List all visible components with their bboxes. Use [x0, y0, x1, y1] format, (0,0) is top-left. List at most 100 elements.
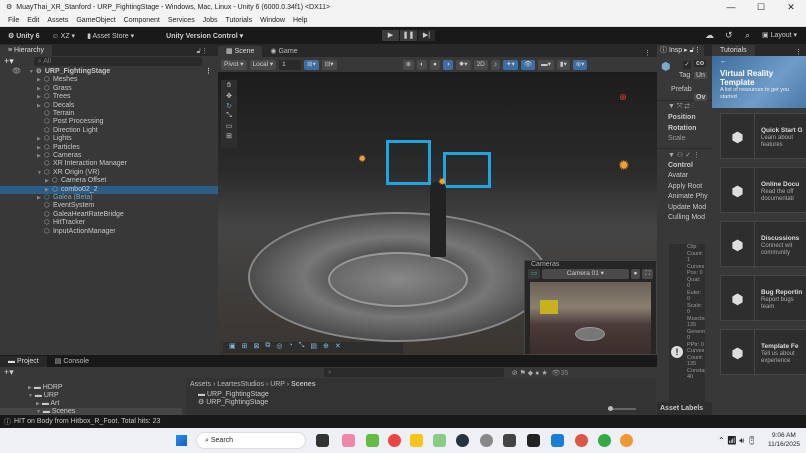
hierarchy-item[interactable]: ▶ ⬡ Galea (Beta) — [0, 194, 218, 202]
asset-store-button[interactable]: ▮ Asset Store ▾ — [87, 32, 134, 40]
expand-arrow[interactable]: ▶ — [37, 85, 44, 93]
app-icon[interactable] — [620, 434, 633, 447]
tab-game[interactable]: ◉ Game — [262, 46, 306, 57]
rotate-tool-icon[interactable]: ↻ — [226, 102, 232, 110]
expand-arrow[interactable]: ▼ — [37, 169, 44, 177]
add-button[interactable]: +▾ — [4, 56, 14, 67]
maximize-button[interactable]: ☐ — [746, 2, 776, 13]
file-item[interactable]: ▬ URP_FightingStage — [198, 391, 656, 399]
menu-component[interactable]: Component — [124, 17, 160, 24]
tab-console[interactable]: ▤ Console — [46, 356, 97, 367]
project-folder-item[interactable]: ▶ ▬ HDRP — [0, 384, 182, 392]
fullscreen-icon[interactable]: ⛶ — [642, 269, 653, 279]
hierarchy-item[interactable]: ▶ ⬡ Lights — [0, 135, 218, 143]
more-icon[interactable]: ⋮ — [644, 49, 651, 57]
hierarchy-item[interactable]: ⬡ Terrain — [0, 110, 218, 118]
overlay-tool-icon[interactable]: ⤡ — [299, 342, 305, 353]
hierarchy-item[interactable]: ▶ ⬡ Trees — [0, 93, 218, 101]
expand-arrow[interactable]: ▼ — [29, 68, 36, 76]
scale-tool-icon[interactable]: ⤡ — [226, 112, 232, 120]
orientation-button[interactable]: ⊕▾ — [572, 59, 588, 70]
step-button[interactable]: ▶| — [418, 30, 435, 41]
expand-arrow[interactable]: ▶ — [37, 144, 44, 152]
history-icon[interactable]: ↺ — [725, 30, 733, 41]
tutorial-card[interactable]: ⬢ Template Fe Tell us about experience — [720, 329, 806, 376]
overlay-tool-icon[interactable]: ⧉ — [265, 342, 270, 353]
layout-dropdown[interactable]: ▣ Layout ▾ — [762, 31, 797, 39]
hierarchy-item[interactable]: ▶ ⬡ Decals — [0, 102, 218, 110]
camera-settings-icon[interactable]: ● — [630, 269, 641, 279]
account-dropdown[interactable]: ☺ XZ ▾ — [52, 32, 76, 40]
menu-assets[interactable]: Assets — [47, 17, 68, 24]
overlay-tool-icon[interactable]: ✕ — [335, 342, 341, 353]
overlay-tool-icon[interactable]: ◎ — [276, 342, 282, 353]
hierarchy-item[interactable]: ⬡ XR Interaction Manager — [0, 160, 218, 168]
grid-snap-input[interactable]: 1 — [279, 59, 302, 70]
fx-button[interactable]: ✦▾ — [503, 59, 518, 70]
tab-scene[interactable]: ▦ Scene — [218, 46, 263, 57]
draw-mode-shaded-button[interactable]: ● — [429, 59, 440, 70]
hierarchy-search-input[interactable]: ⌕ All — [33, 57, 202, 66]
status-bar[interactable]: ⓘ HIT on Body from Hitbox_R_Foot. Total … — [0, 415, 806, 428]
hierarchy-item[interactable]: ▶ ⬡ Meshes — [0, 76, 218, 84]
tray-icons[interactable]: ⌃ 📶︎ 🔊︎ 🔋︎ — [718, 436, 757, 446]
chrome-icon[interactable] — [575, 434, 588, 447]
gizmos-button[interactable]: ▮▾ — [556, 59, 570, 70]
app-icon[interactable] — [527, 434, 540, 447]
expand-arrow[interactable]: ▶ — [37, 93, 44, 101]
transform-header[interactable]: ▼ ⤧ ⇄ ⋮ — [668, 103, 712, 113]
expand-arrow[interactable]: ▶ — [37, 135, 44, 143]
hierarchy-item[interactable]: ▶ ⬡ Particles — [0, 144, 218, 152]
hierarchy-item[interactable]: ▼ ⬡ XR Origin (VR) — [0, 169, 218, 177]
taskbar-search[interactable]: ⌕ Search — [196, 432, 306, 449]
play-button[interactable]: ▶ — [382, 30, 399, 41]
menu-gameobject[interactable]: GameObject — [76, 17, 115, 24]
effects-button[interactable]: ✸▾ — [455, 59, 471, 70]
slack-icon[interactable] — [366, 434, 379, 447]
version-control-button[interactable]: Unity Version Control ▾ — [166, 32, 243, 40]
scene-root-item[interactable]: 👁︎ ▼ ⚙ URP_FightingStage ⋮ — [0, 68, 218, 76]
overlay-tool-icon[interactable]: ◔ — [288, 342, 292, 353]
tutorial-card[interactable]: ⬢ Online Docu Read the off documentati — [720, 167, 806, 214]
clock-date[interactable]: 11/16/2025 — [768, 441, 800, 448]
project-folder-item[interactable]: ▶ ▬ Art — [0, 400, 182, 408]
rect-tool-icon[interactable]: ▭ — [226, 122, 233, 130]
scene-visibility-button[interactable]: 👁︎ — [520, 59, 536, 70]
expand-arrow[interactable]: ▶ — [37, 152, 44, 160]
breadcrumb-item[interactable]: LeartesStudios — [217, 381, 264, 388]
local-dropdown[interactable]: Local ▾ — [249, 59, 277, 70]
chrome-icon[interactable] — [388, 434, 401, 447]
hierarchy-item[interactable]: ▶ ⬡ combo02_2 — [0, 185, 218, 194]
tutorial-card[interactable]: ⬢ Bug Reportin Report bugs team — [720, 275, 806, 322]
project-folder-item[interactable]: ▼ ▬ Scenes — [0, 408, 182, 415]
camera-settings-button[interactable]: ▬▾ — [538, 59, 554, 70]
app-icon[interactable] — [433, 434, 446, 447]
hierarchy-item[interactable]: ⬡ EventSystem — [0, 202, 218, 210]
menu-file[interactable]: File — [8, 17, 19, 24]
menu-window[interactable]: Window — [260, 17, 285, 24]
more-icon[interactable]: ⋮ — [205, 68, 212, 76]
start-button[interactable] — [176, 435, 187, 446]
pause-button[interactable]: ❚❚ — [400, 30, 417, 41]
file-explorer-icon[interactable] — [410, 434, 423, 447]
create-button[interactable]: +▾ — [4, 367, 14, 378]
expand-arrow[interactable]: ▶ — [45, 177, 52, 185]
close-button[interactable]: ✕ — [776, 2, 806, 13]
overrides-dropdown[interactable]: Ov — [694, 94, 708, 101]
move-tool-icon[interactable]: ✥ — [226, 92, 232, 100]
breadcrumb-item[interactable]: Assets — [190, 381, 211, 388]
tab-tutorials[interactable]: Tutorials — [712, 45, 755, 56]
expand-arrow[interactable]: ▶ — [45, 186, 52, 194]
filter-icons[interactable]: ⊘ ⚑ ◆ ● ★ — [512, 369, 548, 377]
2d-toggle-button[interactable]: 2D — [473, 59, 488, 70]
vscode-icon[interactable] — [551, 434, 564, 447]
file-item[interactable]: ⚙ URP_FightingStage — [198, 399, 656, 407]
back-arrow-icon[interactable]: ← — [720, 58, 727, 65]
chrome-icon[interactable] — [598, 434, 611, 447]
active-checkbox[interactable]: ✓ — [683, 61, 691, 69]
object-name-input[interactable]: co — [694, 60, 707, 67]
tutorial-card[interactable]: ⬢ Discussions Connect wit community — [720, 221, 806, 268]
project-search-input[interactable]: ⌕ — [323, 368, 504, 377]
expand-arrow[interactable]: ▶ — [37, 194, 44, 202]
hierarchy-item[interactable]: ⬡ InputActionManager — [0, 228, 218, 236]
